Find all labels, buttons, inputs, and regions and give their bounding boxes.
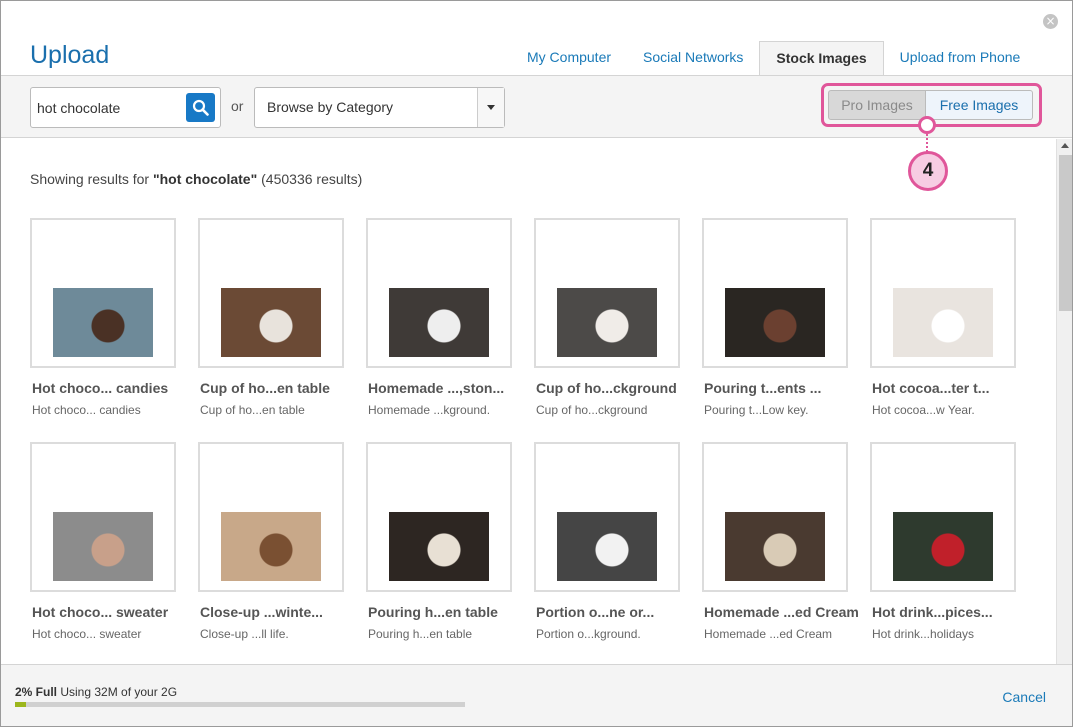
image-thumbnail-frame[interactable] [198,218,344,368]
results-prefix: Showing results for [30,171,153,187]
image-subtitle: Portion o...kground. [536,627,641,641]
pro-images-button[interactable]: Pro Images [828,90,926,120]
image-thumbnail-frame[interactable] [534,442,680,592]
search-icon [192,99,209,116]
image-thumbnail-frame[interactable] [870,218,1016,368]
image-subtitle: Pouring h...en table [368,627,473,641]
image-thumbnail-frame[interactable] [534,218,680,368]
image-subtitle: Hot drink...holidays [872,627,975,641]
image-thumbnail[interactable] [53,288,153,357]
storage-usage-detail: Using 32M of your 2G [57,685,178,699]
storage-usage-bar [15,702,465,707]
cancel-button[interactable]: Cancel [1002,689,1046,705]
image-subtitle: Homemade ...kground. [368,403,491,417]
image-subtitle: Homemade ...ed Cream [704,627,833,641]
image-subtitle: Hot choco... candies [32,403,141,417]
category-dropdown[interactable]: Browse by Category [254,87,505,128]
results-scrollbar[interactable] [1056,139,1072,664]
close-icon[interactable]: × [1043,14,1058,29]
tab-stock-images[interactable]: Stock Images [759,41,884,77]
image-subtitle: Hot cocoa...w Year. [872,403,975,417]
image-thumbnail[interactable] [725,288,825,357]
search-input[interactable] [37,98,187,118]
results-area: Showing results for "hot chocolate" (450… [1,139,1056,664]
scroll-thumb[interactable] [1059,155,1072,311]
or-label: or [231,98,244,114]
image-title: Portion o...ne or... [536,604,655,620]
image-subtitle: Cup of ho...ckground [536,403,648,417]
storage-usage-percent: 2% Full [15,685,58,699]
image-title: Hot cocoa...ter t... [872,380,990,396]
chevron-down-icon [477,88,504,127]
image-subtitle: Cup of ho...en table [200,403,305,417]
image-thumbnail-frame[interactable] [366,442,512,592]
free-images-button[interactable]: Free Images [926,90,1033,120]
image-thumbnail-frame[interactable] [30,218,176,368]
image-thumbnail-frame[interactable] [30,442,176,592]
image-title: Close-up ...winte... [200,604,323,620]
results-count: (450336 results) [257,171,363,187]
scroll-up-icon[interactable] [1061,143,1069,148]
callout-anchor-dot [918,116,936,134]
results-query: "hot chocolate" [152,171,258,187]
image-title: Cup of ho...en table [200,380,330,396]
image-thumbnail[interactable] [557,512,657,581]
image-thumbnail[interactable] [557,288,657,357]
tab-upload-from-phone[interactable]: Upload from Phone [884,41,1037,76]
results-summary: Showing results for "hot chocolate" (450… [30,171,362,187]
image-title: Homemade ...,ston... [368,380,505,396]
image-subtitle: Hot choco... sweater [32,627,142,641]
image-subtitle: Pouring t...Low key. [704,403,809,417]
source-tabs: My Computer Social Networks Stock Images… [511,41,1037,77]
storage-usage-fill [15,702,27,707]
image-subtitle: Close-up ...ll life. [200,627,289,641]
image-thumbnail-frame[interactable] [366,218,512,368]
tab-my-computer[interactable]: My Computer [511,41,627,76]
image-title: Hot choco... candies [32,380,169,396]
search-toolbar: or Browse by Category Pro Images Free Im… [1,75,1072,138]
image-title: Cup of ho...ckground [536,380,677,396]
image-thumbnail[interactable] [53,512,153,581]
dialog-footer: 2% Full Using 32M of your 2G Cancel [1,664,1072,726]
image-thumbnail-frame[interactable] [702,218,848,368]
image-thumbnail[interactable] [221,512,321,581]
category-selected-value: Browse by Category [267,99,394,115]
image-thumbnail[interactable] [893,288,993,357]
image-thumbnail[interactable] [389,288,489,357]
image-thumbnail[interactable] [725,512,825,581]
image-title: Pouring h...en table [368,604,498,620]
storage-usage-text: 2% Full Using 32M of your 2G [15,685,177,699]
search-box [30,87,221,128]
callout-badge: 4 [908,151,948,191]
image-thumbnail[interactable] [893,512,993,581]
upload-dialog: × Upload My Computer Social Networks Sto… [0,0,1073,727]
search-button[interactable] [186,93,215,122]
image-type-toggle: Pro Images Free Images [828,90,1033,120]
image-thumbnail-frame[interactable] [198,442,344,592]
image-title: Homemade ...ed Cream [704,604,859,620]
image-thumbnail[interactable] [389,512,489,581]
image-thumbnail-frame[interactable] [702,442,848,592]
image-thumbnail-frame[interactable] [870,442,1016,592]
image-title: Hot choco... sweater [32,604,169,620]
image-thumbnail[interactable] [221,288,321,357]
image-title: Pouring t...ents ... [704,380,822,396]
tab-social-networks[interactable]: Social Networks [627,41,759,76]
image-title: Hot drink...pices... [872,604,993,620]
dialog-title: Upload [30,41,110,69]
